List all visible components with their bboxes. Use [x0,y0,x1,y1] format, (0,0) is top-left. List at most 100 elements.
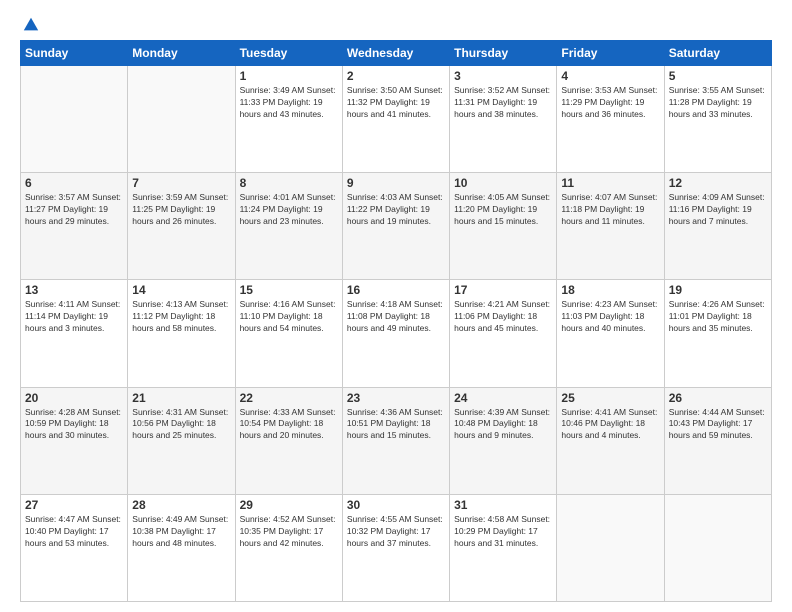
calendar-week-row: 1 Sunrise: 3:49 AM Sunset: 11:33 PM Dayli… [21,66,772,173]
calendar-cell: 28 Sunrise: 4:49 AM Sunset: 10:38 PM Dayl… [128,494,235,601]
day-number: 12 [669,176,767,190]
day-number: 7 [132,176,230,190]
calendar-cell: 25 Sunrise: 4:41 AM Sunset: 10:46 PM Dayl… [557,387,664,494]
calendar-header-row: SundayMondayTuesdayWednesdayThursdayFrid… [21,41,772,66]
day-info: Sunrise: 4:13 AM Sunset: 11:12 PM Daylig… [132,299,230,335]
calendar-cell: 10Sunrise: 4:05 AM Sunset: 11:20 PM Dayl… [450,173,557,280]
day-info: Sunrise: 3:50 AM Sunset: 11:32 PM Daylig… [347,85,445,121]
day-number: 28 [132,498,230,512]
calendar-cell [128,66,235,173]
calendar-cell: 19 Sunrise: 4:26 AM Sunset: 11:01 PM Dayl… [664,280,771,387]
calendar-cell: 27Sunrise: 4:47 AM Sunset: 10:40 PM Dayl… [21,494,128,601]
day-number: 22 [240,391,338,405]
day-info: Sunrise: 4:39 AM Sunset: 10:48 PM Daylig… [454,407,552,443]
calendar-body: 1 Sunrise: 3:49 AM Sunset: 11:33 PM Dayli… [21,66,772,602]
day-info: Sunrise: 3:52 AM Sunset: 11:31 PM Daylig… [454,85,552,121]
day-info: Sunrise: 4:26 AM Sunset: 11:01 PM Daylig… [669,299,767,335]
day-info: Sunrise: 3:57 AM Sunset: 11:27 PM Daylig… [25,192,123,228]
day-info: Sunrise: 3:49 AM Sunset: 11:33 PM Daylig… [240,85,338,121]
day-info: Sunrise: 4:47 AM Sunset: 10:40 PM Daylig… [25,514,123,550]
calendar-header-friday: Friday [557,41,664,66]
calendar-cell: 6 Sunrise: 3:57 AM Sunset: 11:27 PM Dayli… [21,173,128,280]
day-number: 20 [25,391,123,405]
day-number: 23 [347,391,445,405]
calendar-cell: 17 Sunrise: 4:21 AM Sunset: 11:06 PM Dayl… [450,280,557,387]
day-number: 25 [561,391,659,405]
day-number: 30 [347,498,445,512]
logo [20,16,40,34]
day-number: 2 [347,69,445,83]
day-info: Sunrise: 4:49 AM Sunset: 10:38 PM Daylig… [132,514,230,550]
calendar-cell: 20 Sunrise: 4:28 AM Sunset: 10:59 PM Dayl… [21,387,128,494]
calendar-cell: 31 Sunrise: 4:58 AM Sunset: 10:29 PM Dayl… [450,494,557,601]
day-number: 1 [240,69,338,83]
day-info: Sunrise: 4:21 AM Sunset: 11:06 PM Daylig… [454,299,552,335]
calendar-cell: 2 Sunrise: 3:50 AM Sunset: 11:32 PM Dayli… [342,66,449,173]
calendar: SundayMondayTuesdayWednesdayThursdayFrid… [20,40,772,602]
day-number: 17 [454,283,552,297]
calendar-week-row: 6 Sunrise: 3:57 AM Sunset: 11:27 PM Dayli… [21,173,772,280]
day-number: 14 [132,283,230,297]
day-number: 9 [347,176,445,190]
calendar-header-monday: Monday [128,41,235,66]
day-info: Sunrise: 4:36 AM Sunset: 10:51 PM Daylig… [347,407,445,443]
day-number: 13 [25,283,123,297]
calendar-cell: 1 Sunrise: 3:49 AM Sunset: 11:33 PM Dayli… [235,66,342,173]
day-info: Sunrise: 4:44 AM Sunset: 10:43 PM Daylig… [669,407,767,443]
calendar-header-sunday: Sunday [21,41,128,66]
calendar-cell: 7 Sunrise: 3:59 AM Sunset: 11:25 PM Dayli… [128,173,235,280]
day-info: Sunrise: 4:11 AM Sunset: 11:14 PM Daylig… [25,299,123,335]
day-number: 19 [669,283,767,297]
header [20,16,772,34]
calendar-cell: 9 Sunrise: 4:03 AM Sunset: 11:22 PM Dayli… [342,173,449,280]
day-info: Sunrise: 4:52 AM Sunset: 10:35 PM Daylig… [240,514,338,550]
calendar-week-row: 13 Sunrise: 4:11 AM Sunset: 11:14 PM Dayl… [21,280,772,387]
day-number: 5 [669,69,767,83]
calendar-cell: 21Sunrise: 4:31 AM Sunset: 10:56 PM Dayl… [128,387,235,494]
day-info: Sunrise: 3:55 AM Sunset: 11:28 PM Daylig… [669,85,767,121]
day-info: Sunrise: 4:05 AM Sunset: 11:20 PM Daylig… [454,192,552,228]
calendar-cell: 23 Sunrise: 4:36 AM Sunset: 10:51 PM Dayl… [342,387,449,494]
day-info: Sunrise: 3:59 AM Sunset: 11:25 PM Daylig… [132,192,230,228]
day-info: Sunrise: 4:28 AM Sunset: 10:59 PM Daylig… [25,407,123,443]
day-info: Sunrise: 4:03 AM Sunset: 11:22 PM Daylig… [347,192,445,228]
calendar-cell: 18Sunrise: 4:23 AM Sunset: 11:03 PM Dayl… [557,280,664,387]
day-number: 11 [561,176,659,190]
day-info: Sunrise: 4:55 AM Sunset: 10:32 PM Daylig… [347,514,445,550]
day-number: 4 [561,69,659,83]
day-info: Sunrise: 4:18 AM Sunset: 11:08 PM Daylig… [347,299,445,335]
day-number: 31 [454,498,552,512]
day-number: 24 [454,391,552,405]
calendar-cell [21,66,128,173]
day-info: Sunrise: 3:53 AM Sunset: 11:29 PM Daylig… [561,85,659,121]
calendar-cell: 22Sunrise: 4:33 AM Sunset: 10:54 PM Dayl… [235,387,342,494]
calendar-cell: 14 Sunrise: 4:13 AM Sunset: 11:12 PM Dayl… [128,280,235,387]
day-number: 3 [454,69,552,83]
calendar-cell: 30 Sunrise: 4:55 AM Sunset: 10:32 PM Dayl… [342,494,449,601]
calendar-cell: 13 Sunrise: 4:11 AM Sunset: 11:14 PM Dayl… [21,280,128,387]
day-info: Sunrise: 4:07 AM Sunset: 11:18 PM Daylig… [561,192,659,228]
page: SundayMondayTuesdayWednesdayThursdayFrid… [0,0,792,612]
calendar-cell: 3 Sunrise: 3:52 AM Sunset: 11:31 PM Dayli… [450,66,557,173]
day-number: 26 [669,391,767,405]
calendar-cell: 11 Sunrise: 4:07 AM Sunset: 11:18 PM Dayl… [557,173,664,280]
logo-text [20,16,40,34]
logo-icon [22,16,40,34]
calendar-cell: 29Sunrise: 4:52 AM Sunset: 10:35 PM Dayl… [235,494,342,601]
calendar-cell: 16Sunrise: 4:18 AM Sunset: 11:08 PM Dayl… [342,280,449,387]
day-info: Sunrise: 4:41 AM Sunset: 10:46 PM Daylig… [561,407,659,443]
day-number: 15 [240,283,338,297]
calendar-header-tuesday: Tuesday [235,41,342,66]
day-info: Sunrise: 4:01 AM Sunset: 11:24 PM Daylig… [240,192,338,228]
day-info: Sunrise: 4:16 AM Sunset: 11:10 PM Daylig… [240,299,338,335]
calendar-cell: 26 Sunrise: 4:44 AM Sunset: 10:43 PM Dayl… [664,387,771,494]
day-info: Sunrise: 4:58 AM Sunset: 10:29 PM Daylig… [454,514,552,550]
calendar-week-row: 20 Sunrise: 4:28 AM Sunset: 10:59 PM Dayl… [21,387,772,494]
calendar-cell: 4 Sunrise: 3:53 AM Sunset: 11:29 PM Dayli… [557,66,664,173]
day-number: 6 [25,176,123,190]
calendar-cell: 5 Sunrise: 3:55 AM Sunset: 11:28 PM Dayli… [664,66,771,173]
day-info: Sunrise: 4:23 AM Sunset: 11:03 PM Daylig… [561,299,659,335]
calendar-cell: 8Sunrise: 4:01 AM Sunset: 11:24 PM Dayli… [235,173,342,280]
calendar-week-row: 27Sunrise: 4:47 AM Sunset: 10:40 PM Dayl… [21,494,772,601]
calendar-header-saturday: Saturday [664,41,771,66]
